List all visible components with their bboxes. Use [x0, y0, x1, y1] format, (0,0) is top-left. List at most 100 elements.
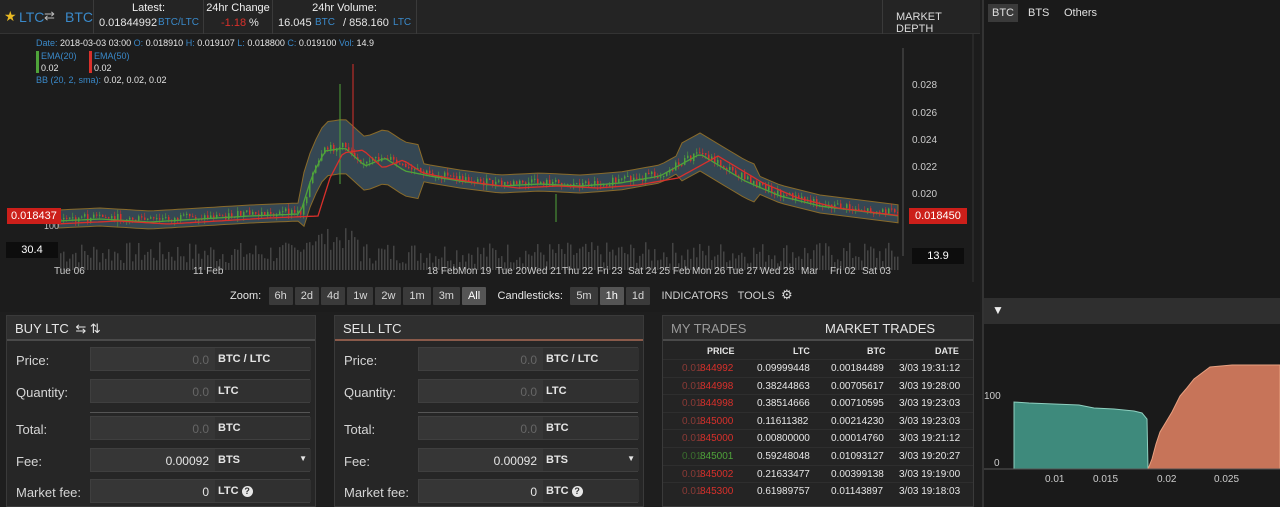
sell-title: SELL LTC	[343, 321, 402, 336]
sell-price-input[interactable]: 0.0 BTC / LTC	[418, 347, 639, 371]
market-tab-btc[interactable]: BTC	[988, 4, 1018, 22]
volume-bar	[393, 245, 395, 270]
candle-body	[99, 214, 101, 216]
volume-bar	[333, 242, 335, 270]
candle-body	[624, 176, 626, 179]
trade-price: 845001	[700, 451, 734, 462]
volume-bar	[288, 243, 290, 270]
zoom-All-button[interactable]: All	[461, 287, 487, 305]
trade-row[interactable]: 0.01 845000 0.11611382 0.00214230 3/03 19:23…	[663, 411, 973, 429]
sell-qty-label: Quantity:	[344, 385, 397, 400]
pair-base[interactable]: LTC	[19, 9, 44, 25]
sell-qty-input[interactable]: 0.0 LTC	[418, 379, 639, 403]
swap-direction-icon[interactable]: ⇆ ⇅	[75, 321, 100, 336]
zoom-2d-button[interactable]: 2d	[294, 287, 320, 305]
trade-row[interactable]: 0.01 844998 0.38514666 0.00710595 3/03 19:23…	[663, 394, 973, 411]
sell-price-unit: BTC / LTC	[543, 348, 639, 370]
candle-body	[786, 195, 788, 197]
sell-price-value: 0.0	[520, 353, 537, 367]
zoom-6h-button[interactable]: 6h	[268, 287, 293, 305]
tab-market-trades[interactable]: MARKET TRADES	[825, 321, 935, 336]
zoom-1m-button[interactable]: 1m	[403, 287, 431, 305]
tab-my-trades[interactable]: MY TRADES	[671, 321, 746, 336]
buy-price-value: 0.0	[192, 353, 209, 367]
candle-1d-button[interactable]: 1d	[625, 287, 651, 305]
settings-gear-icon[interactable]: ⚙	[781, 287, 793, 302]
zoom-4d-button[interactable]: 4d	[321, 287, 346, 305]
candle-body	[138, 216, 140, 221]
candle-1h-button[interactable]: 1h	[599, 287, 624, 305]
volume-bar	[117, 253, 119, 270]
trade-row[interactable]: 0.01 845001 0.59248048 0.01093127 3/03 19:20…	[663, 447, 973, 464]
x-tick-label: 18 Feb	[427, 266, 459, 277]
candle-body	[555, 179, 557, 182]
candle-body	[249, 210, 251, 215]
candle-body	[537, 178, 539, 184]
candle-body	[153, 217, 155, 219]
candle-body	[81, 216, 83, 218]
candle-body	[294, 210, 296, 213]
volume-bar	[354, 237, 356, 270]
chevron-down-icon[interactable]: ▼	[627, 454, 635, 463]
buy-fee-select[interactable]: BTS ▼	[215, 449, 311, 471]
ohlc-vol: 14.9	[356, 38, 375, 48]
market-header: ★ LTC ⇄ BTC Latest: 0.01844992 BTC/LTC 2…	[0, 0, 980, 35]
trade-row[interactable]: 0.01 844992 0.09999448 0.00184489 3/03 19:31…	[663, 359, 973, 376]
zoom-2w-button[interactable]: 2w	[375, 287, 402, 305]
market-depth-button[interactable]: MARKET DEPTH	[882, 0, 980, 35]
candlesticks-label: Candlesticks:	[497, 290, 563, 302]
trade-row[interactable]: 0.01 845002 0.21633477 0.00399138 3/03 19:19…	[663, 464, 973, 482]
volume-bar	[342, 248, 344, 270]
trade-btc: 0.00710595	[831, 398, 884, 410]
volume-bar	[234, 249, 236, 270]
trade-date: 3/03 19:18:03	[899, 486, 961, 498]
volume-bar	[123, 262, 125, 270]
help-icon[interactable]: ?	[571, 486, 583, 497]
volume-bar	[96, 249, 98, 270]
trade-row[interactable]: 0.01 845300 0.61989757 0.01143897 3/03 19:18…	[663, 482, 973, 499]
candle-body	[621, 178, 623, 180]
market-tab-bts[interactable]: BTS	[1024, 4, 1053, 22]
pair-selector[interactable]: ★ LTC ⇄ BTC	[0, 0, 94, 34]
sell-qty-row: Quantity: 0.0 LTC	[335, 377, 643, 409]
x-tick-label: 11 Feb	[193, 266, 224, 277]
candle-body	[450, 175, 452, 177]
candle-body	[267, 211, 269, 216]
collapse-arrow-icon[interactable]: ▼	[992, 303, 1004, 317]
candle-5m-button[interactable]: 5m	[570, 287, 598, 305]
buy-price-input[interactable]: 0.0 BTC / LTC	[90, 347, 311, 371]
volume-bar	[147, 251, 149, 270]
buy-total-unit: BTC	[215, 417, 311, 439]
swap-pair-icon[interactable]: ⇄	[44, 8, 55, 24]
pair-quote[interactable]: BTC	[65, 9, 93, 25]
trade-row[interactable]: 0.01 845000 0.00800000 0.00014760 3/03 19:21…	[663, 429, 973, 446]
buy-total-input[interactable]: 0.0 BTC	[90, 416, 311, 440]
x-tick-label: Fri 02	[830, 266, 856, 277]
volume-bar	[384, 249, 386, 270]
tools-button[interactable]: TOOLS	[738, 290, 775, 302]
sell-fee-select[interactable]: BTS ▼	[543, 449, 639, 471]
chevron-down-icon[interactable]: ▼	[299, 454, 307, 463]
buy-qty-input[interactable]: 0.0 LTC	[90, 379, 311, 403]
zoom-1w-button[interactable]: 1w	[347, 287, 374, 305]
sell-total-input[interactable]: 0.0 BTC	[418, 416, 639, 440]
buy-qty-unit: LTC	[215, 380, 311, 402]
help-icon[interactable]: ?	[241, 486, 253, 497]
ema20-value: 0.02	[41, 63, 59, 73]
volume-bar	[315, 241, 317, 270]
indicators-button[interactable]: INDICATORS	[661, 290, 728, 302]
sell-total-row: Total: 0.0 BTC	[335, 414, 643, 446]
candle-body	[105, 217, 107, 219]
price-chart[interactable]: Date: 2018-03-03 03:00 O: 0.018910 H: 0.…	[0, 34, 980, 312]
star-icon[interactable]: ★	[4, 8, 17, 25]
sell-price-label: Price:	[344, 353, 378, 368]
zoom-3m-button[interactable]: 3m	[432, 287, 460, 305]
market-tab-others[interactable]: Others	[1060, 4, 1101, 22]
buy-fee-unit: BTS	[218, 454, 240, 466]
candle-body	[63, 217, 65, 220]
candle-body	[519, 180, 521, 185]
trade-row[interactable]: 0.01 844998 0.38244863 0.00705617 3/03 19:28…	[663, 376, 973, 394]
candlestick-chart[interactable]	[0, 34, 980, 282]
trade-price: 845000	[700, 415, 734, 427]
volume-bar	[303, 249, 305, 270]
